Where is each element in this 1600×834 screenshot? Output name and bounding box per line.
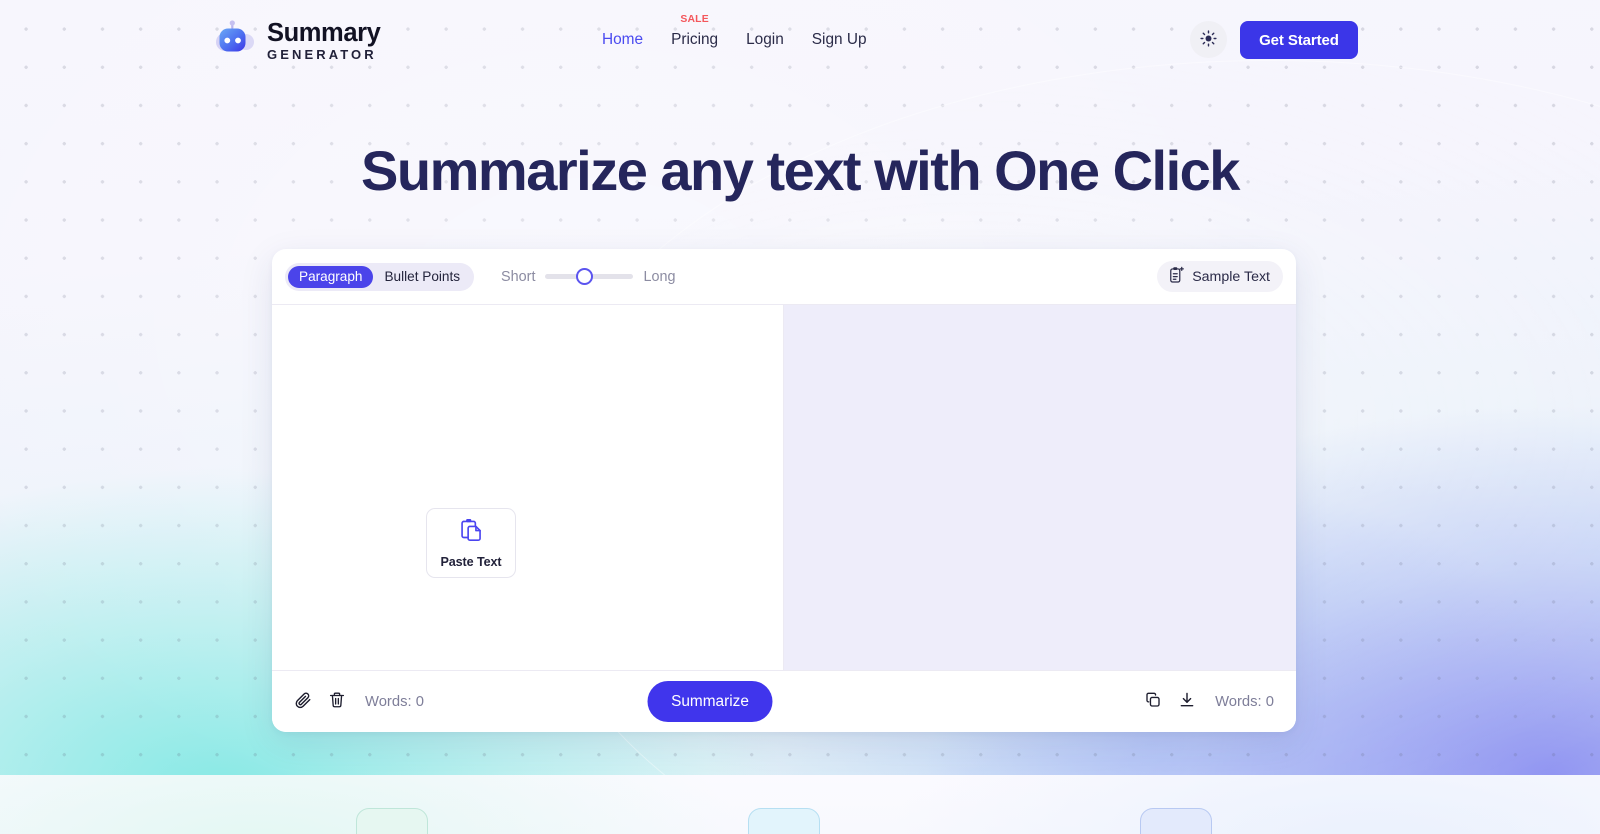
main-navigation: Home SALE Pricing Login Sign Up (588, 14, 881, 49)
summary-length-slider[interactable] (545, 268, 634, 286)
mode-option-bullet-points[interactable]: Bullet Points (373, 266, 471, 288)
theme-toggle-button[interactable] (1189, 21, 1227, 58)
clipboard-plus-icon (1168, 266, 1185, 288)
length-max-label: Long (643, 268, 676, 285)
summarize-button[interactable]: Summarize (647, 681, 773, 722)
mode-option-paragraph[interactable]: Paragraph (288, 265, 374, 288)
length-min-label: Short (501, 268, 536, 285)
paperclip-icon (294, 691, 312, 712)
input-pane[interactable]: Paste Text (272, 305, 784, 670)
input-word-count: Words: 0 (365, 693, 424, 710)
input-footer-actions: Words: 0 (294, 691, 424, 712)
feature-card-1[interactable] (356, 808, 428, 834)
slider-thumb[interactable] (575, 268, 593, 285)
trash-icon (328, 691, 346, 712)
nav-item-pricing[interactable]: SALE Pricing (657, 14, 732, 49)
nav-item-login[interactable]: Login (732, 31, 798, 49)
page-title: Summarize any text with One Click (361, 139, 1240, 202)
nav-item-label: Login (746, 31, 784, 48)
robot-icon (212, 18, 256, 62)
tool-toolbar: Paragraph Bullet Points Short Long Sampl… (272, 249, 1296, 304)
paste-text-label: Paste Text (440, 555, 502, 569)
summary-mode-toggle: Paragraph Bullet Points (285, 262, 475, 291)
output-word-count: Words: 0 (1215, 693, 1274, 710)
nav-item-home[interactable]: Home (588, 31, 657, 49)
paste-text-button[interactable]: Paste Text (426, 508, 516, 578)
copy-button[interactable] (1144, 691, 1162, 712)
sample-text-label: Sample Text (1192, 268, 1270, 285)
page-root: Summary GENERATOR Home SALE Pricing Logi… (0, 0, 1600, 834)
sun-icon (1200, 29, 1217, 50)
brand-text: Summary GENERATOR (267, 19, 381, 62)
download-button[interactable] (1178, 691, 1196, 712)
tool-footer: Words: 0 Summarize Words: 0 (272, 670, 1296, 732)
features-section (0, 775, 1600, 834)
download-icon (1178, 691, 1196, 712)
attach-file-button[interactable] (294, 691, 312, 712)
brand-subtitle: GENERATOR (267, 47, 377, 62)
sample-text-button[interactable]: Sample Text (1157, 261, 1283, 292)
feature-card-3[interactable] (1140, 808, 1212, 834)
copy-icon (1144, 691, 1162, 712)
output-footer-actions: Words: 0 (1144, 691, 1274, 712)
output-pane[interactable] (784, 305, 1296, 670)
summary-length-control: Short Long (501, 268, 675, 286)
nav-item-label: Pricing (671, 31, 719, 48)
sale-badge: SALE (680, 14, 709, 25)
brand-logo-group[interactable]: Summary GENERATOR (212, 18, 381, 62)
clipboard-paste-icon (459, 517, 484, 548)
tool-panels: Paste Text (272, 304, 1296, 670)
clear-text-button[interactable] (328, 691, 346, 712)
nav-item-label: Home (602, 31, 644, 48)
brand-title: Summary (267, 19, 381, 47)
get-started-button[interactable]: Get Started (1240, 21, 1358, 59)
nav-item-label: Sign Up (811, 31, 867, 48)
nav-item-signup[interactable]: Sign Up (798, 31, 881, 49)
feature-card-2[interactable] (748, 808, 820, 834)
site-header: Summary GENERATOR Home SALE Pricing Logi… (0, 0, 1600, 80)
summarizer-tool-card: Paragraph Bullet Points Short Long Sampl… (272, 249, 1296, 732)
